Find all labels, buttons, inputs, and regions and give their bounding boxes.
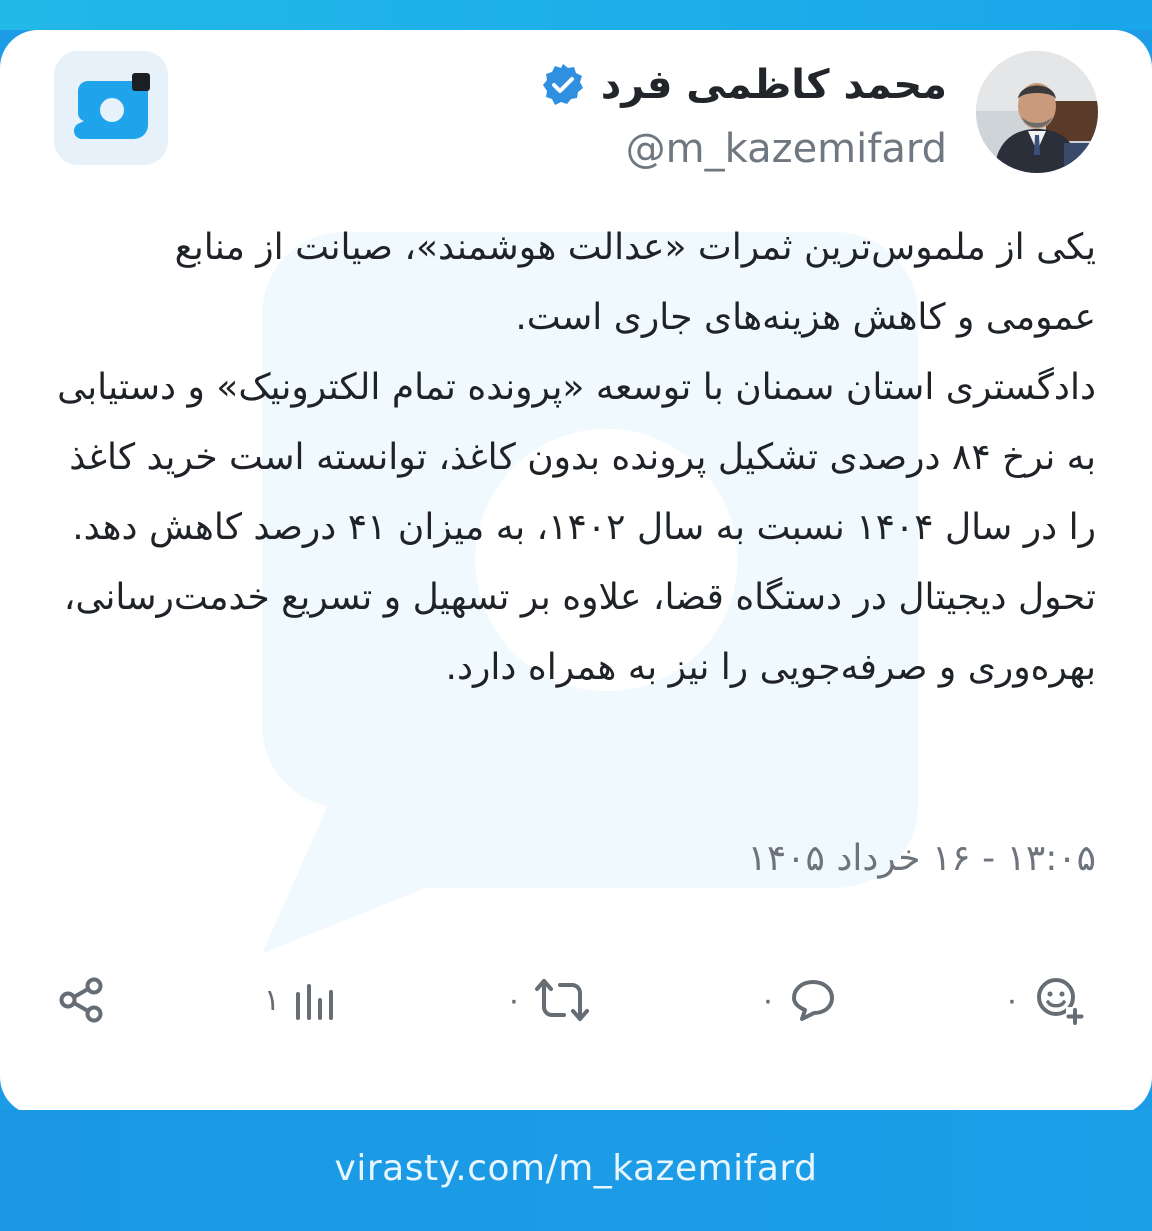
verified-badge-icon <box>542 64 583 105</box>
comment-icon <box>792 980 834 1021</box>
comment-button[interactable]: ۰ <box>760 970 838 1030</box>
add-reaction-icon <box>1037 978 1084 1025</box>
author-name-row: محمد کاظمی فرد <box>539 55 947 115</box>
post-card: محمد کاظمی فرد @m_kazemifard یکی از ملمو… <box>0 30 1152 1115</box>
post-text: یکی از ملموس‌ترین ثمرات «عدالت هوشمند»، … <box>56 213 1096 703</box>
repost-count: ۰ <box>505 982 522 1018</box>
share-button[interactable] <box>56 970 108 1030</box>
post-paragraph: دادگستری استان سمنان با توسعه «پرونده تم… <box>57 367 1096 548</box>
repost-button[interactable]: ۰ <box>506 970 590 1030</box>
author-handle[interactable]: @m_kazemifard <box>626 126 947 172</box>
share-icon <box>59 977 103 1023</box>
avatar[interactable] <box>976 51 1098 173</box>
top-bar <box>0 0 1152 30</box>
post-paragraph: تحول دیجیتال در دستگاه قضا، علاوه بر تسه… <box>63 577 1096 688</box>
profile-url[interactable]: virasty.com/m_kazemifard <box>0 1148 1152 1189</box>
reaction-count: ۰ <box>1003 982 1020 1018</box>
action-bar: ۰ ۰ ۰ ۱ <box>50 970 1096 1030</box>
virasty-logo-icon <box>73 73 150 139</box>
post-date: ۱۳:۰۵ - ۱۶ خرداد ۱۴۰۵ <box>747 838 1096 879</box>
add-reaction-button[interactable]: ۰ <box>1004 970 1086 1030</box>
avatar-photo <box>976 51 1098 173</box>
views-button[interactable]: ۱ <box>264 970 336 1030</box>
views-count: ۱ <box>263 982 280 1018</box>
comment-count: ۰ <box>759 982 776 1018</box>
post-paragraph: یکی از ملموس‌ترین ثمرات «عدالت هوشمند»، … <box>174 227 1096 338</box>
views-icon <box>296 984 333 1020</box>
author-name[interactable]: محمد کاظمی فرد <box>601 62 947 108</box>
app-logo <box>54 51 168 165</box>
repost-icon <box>535 979 589 1021</box>
